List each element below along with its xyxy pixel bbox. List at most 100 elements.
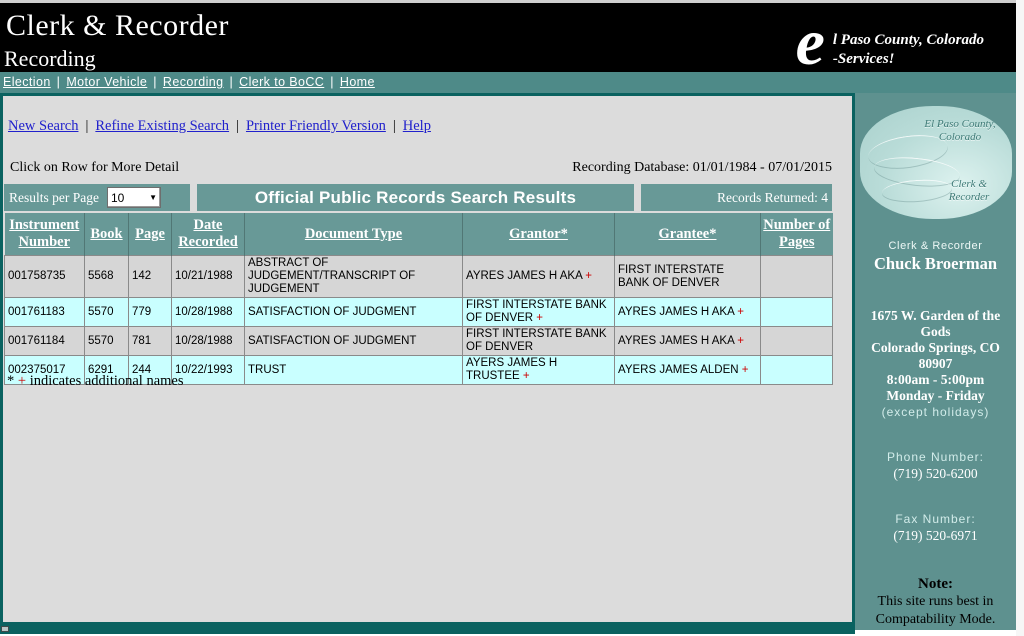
- separator: |: [324, 75, 340, 89]
- address-line1: 1675 W. Garden of the Gods: [855, 308, 1016, 340]
- column-header-number-of-pages[interactable]: Number of Pages: [761, 213, 833, 256]
- cell-grantee: AYRES JAMES H AKA +: [615, 327, 761, 356]
- cell-book: 5570: [85, 327, 129, 356]
- additional-names-plus: +: [739, 364, 749, 376]
- column-header-document-type[interactable]: Document Type: [245, 213, 463, 256]
- note-text: This site runs best in Compatability Mod…: [855, 593, 1016, 629]
- cell-page: 781: [129, 327, 172, 356]
- fax-number: (719) 520-6971: [855, 528, 1016, 544]
- note-title: Note:: [855, 576, 1016, 593]
- cell-page: 779: [129, 298, 172, 327]
- phone-number: (719) 520-6200: [855, 466, 1016, 482]
- column-header-grantee-[interactable]: Grantee*: [615, 213, 761, 256]
- county-seal-image: El Paso County, Colorado Clerk & Recorde…: [860, 106, 1012, 219]
- legend-plus: +: [18, 373, 26, 389]
- cell-date-recorded: 10/28/1988: [172, 298, 245, 327]
- cell-instrument-number: 001761184: [5, 327, 85, 356]
- phone-label: Phone Number:: [855, 450, 1016, 464]
- column-header-book[interactable]: Book: [85, 213, 129, 256]
- seal-office-line1: Clerk &: [951, 178, 987, 190]
- toolbar-link-printer-friendly-version[interactable]: Printer Friendly Version: [246, 118, 386, 134]
- table-row[interactable]: 001761184557078110/28/1988SATISFACTION O…: [5, 327, 833, 356]
- section-title: Recording: [4, 46, 96, 72]
- results-panel: New Search|Refine Existing Search|Printe…: [0, 93, 855, 625]
- results-per-page-select[interactable]: 10 ▼: [107, 187, 161, 208]
- cell-grantee: AYERS JAMES ALDEN +: [615, 356, 761, 385]
- column-header-grantor-[interactable]: Grantor*: [463, 213, 615, 256]
- additional-names-plus: +: [533, 312, 543, 324]
- cell-grantor: AYRES JAMES H AKA +: [463, 256, 615, 298]
- results-title: Official Public Records Search Results: [197, 184, 634, 211]
- nav-link-motor-vehicle[interactable]: Motor Vehicle: [66, 75, 147, 89]
- cell-document-type: SATISFACTION OF JUDGMENT: [245, 327, 463, 356]
- column-header-instrument-number[interactable]: Instrument Number: [5, 213, 85, 256]
- nav-link-home[interactable]: Home: [340, 75, 375, 89]
- cell-number-of-pages: [761, 356, 833, 385]
- eservices-e-icon: e: [796, 17, 825, 69]
- office-days: Monday - Friday: [855, 388, 1016, 404]
- sidebar-office-label: Clerk & Recorder: [855, 240, 1016, 252]
- page-right-margin: [1016, 0, 1024, 636]
- toolbar-link-new-search[interactable]: New Search: [8, 118, 78, 134]
- legend-star: *: [7, 373, 14, 389]
- separator: |: [386, 118, 403, 134]
- results-per-page-value: 10: [111, 191, 124, 205]
- masthead: Clerk & Recorder Recording e l Paso Coun…: [0, 3, 1016, 72]
- cell-grantor: FIRST INTERSTATE BANK OF DENVER: [463, 327, 615, 356]
- cell-number-of-pages: [761, 327, 833, 356]
- results-table: Instrument NumberBookPageDate RecordedDo…: [4, 213, 833, 385]
- cell-document-type: TRUST: [245, 356, 463, 385]
- fax-label: Fax Number:: [855, 512, 1016, 526]
- plus-legend: * + indicates additional names: [7, 373, 184, 390]
- separator: |: [147, 75, 163, 89]
- cell-document-type: SATISFACTION OF JUDGMENT: [245, 298, 463, 327]
- cell-grantor: FIRST INTERSTATE BANK OF DENVER +: [463, 298, 615, 327]
- cell-page: 142: [129, 256, 172, 298]
- results-per-page-label: Results per Page: [9, 190, 99, 206]
- cell-instrument-number: 001761183: [5, 298, 85, 327]
- cell-grantee: FIRST INTERSTATE BANK OF DENVER: [615, 256, 761, 298]
- table-row[interactable]: 001758735556814210/21/1988ABSTRACT OF JU…: [5, 256, 833, 298]
- site-title: Clerk & Recorder: [6, 9, 229, 43]
- additional-names-plus: +: [734, 335, 744, 347]
- recording-database-range: Recording Database: 01/01/1984 - 07/01/2…: [572, 160, 832, 176]
- separator: |: [78, 118, 95, 134]
- cell-book: 5570: [85, 298, 129, 327]
- tiny-image-placeholder: [1, 626, 9, 632]
- info-row: Click on Row for More Detail Recording D…: [10, 160, 832, 176]
- nav-link-clerk-to-bocc[interactable]: Clerk to BoCC: [239, 75, 324, 89]
- additional-names-plus: +: [520, 370, 530, 382]
- additional-names-plus: +: [734, 306, 744, 318]
- eservices-line1: l Paso County, Colorado: [833, 32, 984, 48]
- cell-grantee: AYRES JAMES H AKA +: [615, 298, 761, 327]
- results-table-header: Instrument NumberBookPageDate RecordedDo…: [5, 213, 833, 256]
- sidebar-official-name: Chuck Broerman: [855, 254, 1016, 274]
- cell-instrument-number: 001758735: [5, 256, 85, 298]
- office-hours: 8:00am - 5:00pm: [855, 372, 1016, 388]
- cell-document-type: ABSTRACT OF JUDGEMENT/TRANSCRIPT OF JUDG…: [245, 256, 463, 298]
- cell-date-recorded: 10/21/1988: [172, 256, 245, 298]
- separator: |: [229, 118, 246, 134]
- nav-link-election[interactable]: Election: [3, 75, 51, 89]
- note-line2: Compatability Mode.: [855, 611, 1016, 629]
- eservices-line2: -Services!: [833, 51, 895, 67]
- table-row[interactable]: 001761183557077910/28/1988SATISFACTION O…: [5, 298, 833, 327]
- cell-date-recorded: 10/28/1988: [172, 327, 245, 356]
- cell-number-of-pages: [761, 298, 833, 327]
- column-header-date-recorded[interactable]: Date Recorded: [172, 213, 245, 256]
- toolbar-link-refine-existing-search[interactable]: Refine Existing Search: [95, 118, 229, 134]
- column-header-page[interactable]: Page: [129, 213, 172, 256]
- seal-county-line1: El Paso County,: [924, 118, 995, 130]
- note-line1: This site runs best in: [855, 593, 1016, 611]
- footer-bar: [0, 625, 855, 634]
- cell-number-of-pages: [761, 256, 833, 298]
- legend-text: indicates additional names: [30, 373, 184, 389]
- toolbar-link-help[interactable]: Help: [403, 118, 431, 134]
- nav-link-recording[interactable]: Recording: [163, 75, 224, 89]
- seal-office-line2: Recorder: [949, 191, 990, 203]
- primary-navbar: Election|Motor Vehicle|Recording|Clerk t…: [0, 72, 1016, 93]
- results-bar: Results per Page 10 ▼ Official Public Re…: [4, 184, 832, 211]
- records-returned-count: Records Returned: 4: [641, 184, 832, 211]
- chevron-down-icon: ▼: [149, 194, 157, 202]
- seal-county-line2: Colorado: [939, 131, 981, 143]
